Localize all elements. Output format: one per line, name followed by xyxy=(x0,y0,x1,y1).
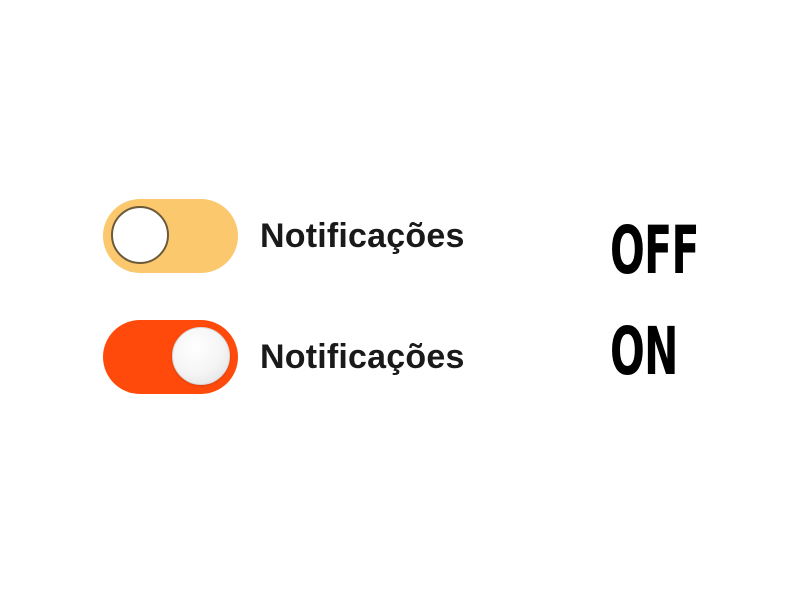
notifications-toggle-on[interactable] xyxy=(103,320,238,394)
toggle-row-off: Notificações xyxy=(103,199,465,273)
toggle-knob xyxy=(172,327,230,385)
canvas: Notificações Notificações OFF ON xyxy=(0,0,800,600)
toggle-label: Notificações xyxy=(260,216,465,255)
off-caption: OFF xyxy=(610,212,699,289)
toggle-label: Notificações xyxy=(260,337,465,376)
toggle-row-on: Notificações xyxy=(103,320,465,394)
on-caption: ON xyxy=(610,313,678,390)
toggle-knob xyxy=(111,206,169,264)
notifications-toggle-off[interactable] xyxy=(103,199,238,273)
